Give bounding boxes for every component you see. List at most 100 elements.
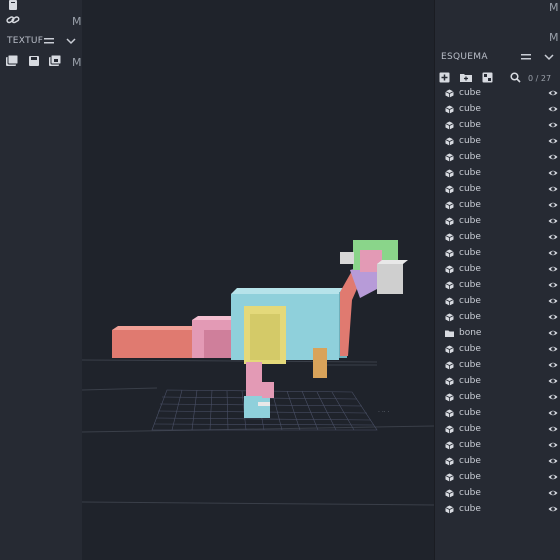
outliner-item-cube[interactable]: cube [440,342,560,358]
outliner-item-label: cube [459,184,481,194]
eye-icon[interactable] [548,392,558,402]
outliner-item-label: cube [459,456,481,466]
eye-icon[interactable] [548,168,558,178]
outliner-item-cube[interactable]: cube [440,358,560,374]
eye-icon[interactable] [548,104,558,114]
eye-icon[interactable] [548,408,558,418]
search-icon[interactable] [510,72,521,83]
cube-icon [445,297,454,306]
outliner-item-cube[interactable]: cube [440,198,560,214]
cube-icon [445,105,454,114]
outliner-item-label: cube [459,120,481,130]
viewport-canvas[interactable]: · ·· · [82,0,434,560]
eye-icon[interactable] [548,472,558,482]
add-group-icon[interactable] [482,72,493,83]
menu-icon[interactable] [44,37,54,45]
outliner-item-cube[interactable]: cube [440,214,560,230]
cube-icon [445,153,454,162]
3d-viewport[interactable]: · ·· · [82,0,434,560]
outliner-item-label: cube [459,488,481,498]
outliner-item-cube[interactable]: cube [440,134,560,150]
eye-icon[interactable] [548,328,558,338]
outliner-item-label: cube [459,376,481,386]
cube-icon [445,265,454,274]
outliner-item-cube[interactable]: cube [440,246,560,262]
cube-icon [445,377,454,386]
outliner-item-cube[interactable]: cube [440,374,560,390]
outliner-item-bone[interactable]: bone [440,326,560,342]
outliner-item-label: cube [459,472,481,482]
cube-icon [445,425,454,434]
link-icon[interactable] [6,14,20,26]
eye-icon[interactable] [548,488,558,498]
eye-icon[interactable] [548,248,558,258]
eye-icon[interactable] [548,456,558,466]
outliner-item-label: cube [459,424,481,434]
eye-icon[interactable] [548,264,558,274]
cube-icon [445,169,454,178]
outliner-item-cube[interactable]: cube [440,470,560,486]
outliner-item-cube[interactable]: cube [440,86,560,102]
cube-icon [445,409,454,418]
left-panel: M TEXTUF M [0,0,83,560]
add-folder-icon[interactable] [460,72,472,83]
outliner-item-cube[interactable]: cube [440,454,560,470]
file-icon[interactable] [7,0,19,12]
eye-icon[interactable] [548,152,558,162]
outliner-item-cube[interactable]: cube [440,102,560,118]
chevron-down-icon[interactable] [66,37,76,45]
outliner-item-cube[interactable]: cube [440,118,560,134]
collapsed-panel-label: M [549,1,559,14]
eye-icon[interactable] [548,216,558,226]
outliner-item-label: cube [459,296,481,306]
eye-icon[interactable] [548,280,558,290]
outliner-item-cube[interactable]: cube [440,230,560,246]
add-cube-icon[interactable] [439,72,450,83]
eye-icon[interactable] [548,232,558,242]
chevron-down-icon[interactable] [544,53,554,61]
outliner-item-cube[interactable]: cube [440,502,560,518]
outliner-item-label: cube [459,280,481,290]
import-texture-icon[interactable] [49,55,61,67]
eye-icon[interactable] [548,88,558,98]
eye-icon[interactable] [548,360,558,370]
model-tail [112,316,238,358]
model-head [340,240,408,356]
eye-icon[interactable] [548,200,558,210]
outliner-item-cube[interactable]: cube [440,390,560,406]
outliner-title: ESQUEMA [441,52,488,62]
folder-icon [445,330,454,337]
outliner-item-cube[interactable]: cube [440,310,560,326]
eye-icon[interactable] [548,504,558,514]
outliner-item-cube[interactable]: cube [440,182,560,198]
eye-icon[interactable] [548,440,558,450]
cube-icon [445,393,454,402]
outliner-item-cube[interactable]: cube [440,486,560,502]
eye-icon[interactable] [548,344,558,354]
cube-icon [445,217,454,226]
eye-icon[interactable] [548,424,558,434]
menu-icon[interactable] [521,53,531,61]
outliner-item-label: cube [459,264,481,274]
outliner-item-cube[interactable]: cube [440,150,560,166]
outliner-item-cube[interactable]: cube [440,278,560,294]
eye-icon[interactable] [548,184,558,194]
outliner-item-cube[interactable]: cube [440,262,560,278]
eye-icon[interactable] [548,376,558,386]
eye-icon[interactable] [548,296,558,306]
outliner-item-cube[interactable]: cube [440,166,560,182]
save-texture-icon[interactable] [28,55,40,67]
outliner-item-cube[interactable]: cube [440,438,560,454]
cube-icon [445,489,454,498]
outliner-item-label: cube [459,168,481,178]
eye-icon[interactable] [548,136,558,146]
add-texture-icon[interactable] [6,55,18,67]
collapsed-panel-label: M [72,15,82,28]
eye-icon[interactable] [548,120,558,130]
cube-icon [445,121,454,130]
cube-icon [445,249,454,258]
outliner-item-cube[interactable]: cube [440,422,560,438]
outliner-item-cube[interactable]: cube [440,406,560,422]
eye-icon[interactable] [548,312,558,322]
outliner-item-cube[interactable]: cube [440,294,560,310]
